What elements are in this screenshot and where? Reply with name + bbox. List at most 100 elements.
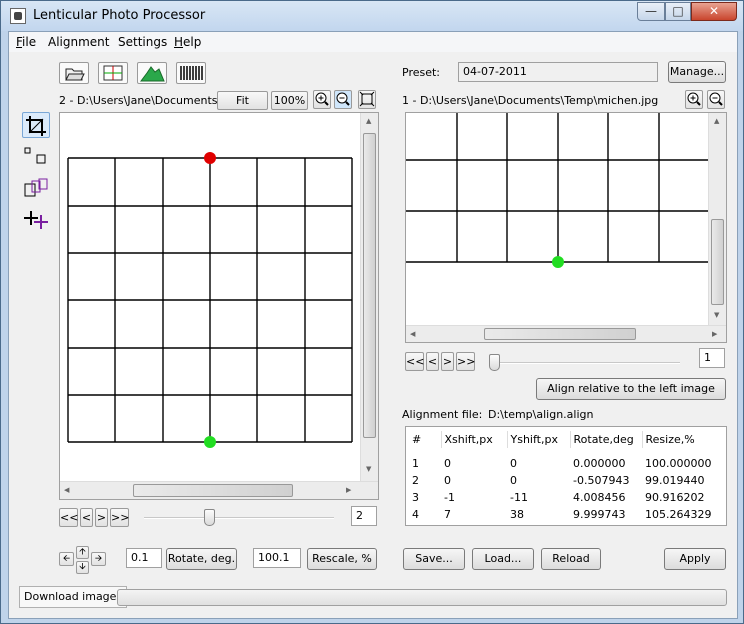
- left-slider-knob[interactable]: [204, 509, 215, 526]
- right-slider-knob[interactable]: [489, 354, 500, 371]
- app-icon: [10, 8, 26, 24]
- top-marker-red[interactable]: [204, 152, 216, 164]
- col-header-xshift[interactable]: Xshift,px: [440, 431, 507, 448]
- zoom-in-left-button[interactable]: [313, 90, 331, 109]
- table-row[interactable]: 2 0 0 -0.507943 99.019440: [412, 472, 722, 489]
- left-frame-field[interactable]: 2: [351, 506, 377, 526]
- cell-index: 1: [412, 457, 419, 470]
- right-grid-image: [406, 113, 708, 268]
- left-hscroll-thumb[interactable]: [133, 484, 293, 497]
- zoom-out-icon: [709, 92, 723, 106]
- download-images-button[interactable]: Download images: [19, 586, 128, 608]
- nudge-up-button[interactable]: 🡩: [76, 546, 89, 559]
- save-button[interactable]: Save...: [403, 548, 465, 570]
- align-relative-button[interactable]: Align relative to the left image: [536, 378, 726, 400]
- status-bar: Download images: [9, 584, 737, 618]
- frame-icon: [103, 65, 123, 81]
- load-button[interactable]: Load...: [472, 548, 534, 570]
- cell-rotate: 4.008456: [573, 491, 626, 504]
- col-header-resize[interactable]: Resize,%: [641, 431, 722, 448]
- fit-window-button[interactable]: [358, 90, 376, 109]
- table-header-row: # Xshift,px Yshift,px Rotate,deg Resize,…: [412, 431, 722, 448]
- menu-settings[interactable]: Settings: [118, 35, 167, 49]
- cell-index: 2: [412, 474, 419, 487]
- right-vertical-scrollbar[interactable]: ▲ ▼: [708, 113, 726, 325]
- left-slider-track: [144, 517, 334, 519]
- histogram-button[interactable]: [137, 62, 167, 84]
- menu-alignment[interactable]: Alignment: [48, 35, 109, 49]
- col-header-index[interactable]: #: [412, 431, 441, 448]
- cell-rotate: -0.507943: [573, 474, 630, 487]
- minimize-button[interactable]: —: [637, 2, 665, 21]
- left-vertical-scrollbar[interactable]: ▲ ▼: [360, 113, 378, 481]
- left-last-button[interactable]: >>: [110, 508, 129, 527]
- zoom-100-button[interactable]: 100%: [271, 91, 308, 110]
- move-tool[interactable]: [22, 176, 50, 202]
- rotate-button[interactable]: Rotate, deg.: [166, 548, 237, 570]
- right-frame-field[interactable]: 1: [699, 348, 725, 368]
- left-next-button[interactable]: >: [95, 508, 108, 527]
- bottom-marker-green[interactable]: [204, 436, 216, 448]
- cell-xshift: 0: [444, 457, 451, 470]
- right-image-canvas[interactable]: ▲ ▼ ◀ ▶: [405, 112, 727, 343]
- nudge-right-button[interactable]: 🡪: [91, 552, 106, 566]
- fit-window-icon: [359, 91, 375, 107]
- left-horizontal-scrollbar[interactable]: ◀ ▶: [60, 481, 378, 499]
- manage-button[interactable]: Manage...: [668, 61, 726, 83]
- cell-xshift: 0: [444, 474, 451, 487]
- resize-tool[interactable]: [22, 144, 50, 170]
- window-title: Lenticular Photo Processor: [33, 8, 206, 23]
- table-row[interactable]: 4 7 38 9.999743 105.264329: [412, 506, 722, 523]
- left-prev-button[interactable]: <: [80, 508, 93, 527]
- cell-resize: 100.000000: [645, 457, 712, 470]
- alignment-file-label: Alignment file:: [402, 408, 483, 421]
- reload-button[interactable]: Reload: [541, 548, 601, 570]
- title-bar: Lenticular Photo Processor — □ ✕: [1, 1, 743, 31]
- crop-tool[interactable]: [22, 112, 50, 138]
- cell-yshift: -11: [510, 491, 528, 504]
- preset-field[interactable]: 04-07-2011: [458, 62, 658, 82]
- histogram-icon: [140, 66, 165, 82]
- menu-help[interactable]: Help: [174, 35, 201, 49]
- left-image-path: 2 - D:\Users\Jane\Documents\Temp\: [59, 94, 217, 107]
- nudge-left-button[interactable]: 🡨: [59, 552, 74, 566]
- col-header-rotate[interactable]: Rotate,deg: [569, 431, 642, 448]
- right-marker-green[interactable]: [552, 256, 564, 268]
- alignment-table[interactable]: # Xshift,px Yshift,px Rotate,deg Resize,…: [405, 426, 727, 526]
- zoom-out-right-button[interactable]: [707, 90, 725, 109]
- rescale-input[interactable]: 100.1: [253, 548, 301, 568]
- rescale-button[interactable]: Rescale, %: [307, 548, 377, 570]
- right-vscroll-thumb[interactable]: [711, 219, 724, 305]
- open-folder-icon: [65, 68, 85, 81]
- right-first-button[interactable]: <<: [405, 352, 424, 371]
- right-horizontal-scrollbar[interactable]: ◀ ▶: [406, 325, 726, 342]
- alignment-table-grid: # Xshift,px Yshift,px Rotate,deg Resize,…: [412, 431, 722, 523]
- col-header-yshift[interactable]: Yshift,px: [506, 431, 570, 448]
- zoom-out-left-button[interactable]: [334, 90, 352, 109]
- rotate-input[interactable]: 0.1: [126, 548, 162, 568]
- menu-file[interactable]: File: [16, 35, 36, 49]
- lenticular-button[interactable]: [176, 62, 206, 84]
- cell-yshift: 0: [510, 474, 517, 487]
- fit-image-button[interactable]: Fit image: [217, 91, 268, 124]
- maximize-button[interactable]: □: [665, 2, 691, 21]
- nudge-down-button[interactable]: 🡫: [76, 561, 89, 574]
- table-row[interactable]: 3 -1 -11 4.008456 90.916202: [412, 489, 722, 506]
- apply-button[interactable]: Apply: [664, 548, 726, 570]
- cell-rotate: 9.999743: [573, 508, 626, 521]
- move-icon: [24, 178, 48, 197]
- close-button[interactable]: ✕: [691, 2, 737, 21]
- stripes-icon: [180, 66, 203, 80]
- zoom-in-right-button[interactable]: [685, 90, 703, 109]
- table-row[interactable]: 1 0 0 0.000000 100.000000: [412, 455, 722, 472]
- left-vscroll-thumb[interactable]: [363, 133, 376, 438]
- right-last-button[interactable]: >>: [456, 352, 475, 371]
- left-image-canvas[interactable]: ▲ ▼ ◀ ▶: [59, 112, 379, 500]
- right-hscroll-thumb[interactable]: [484, 328, 636, 340]
- left-first-button[interactable]: <<: [59, 508, 78, 527]
- right-next-button[interactable]: >: [441, 352, 454, 371]
- frame-button[interactable]: [98, 62, 128, 84]
- open-folder-button[interactable]: [59, 62, 89, 84]
- align-points-tool[interactable]: [22, 208, 50, 234]
- right-prev-button[interactable]: <: [426, 352, 439, 371]
